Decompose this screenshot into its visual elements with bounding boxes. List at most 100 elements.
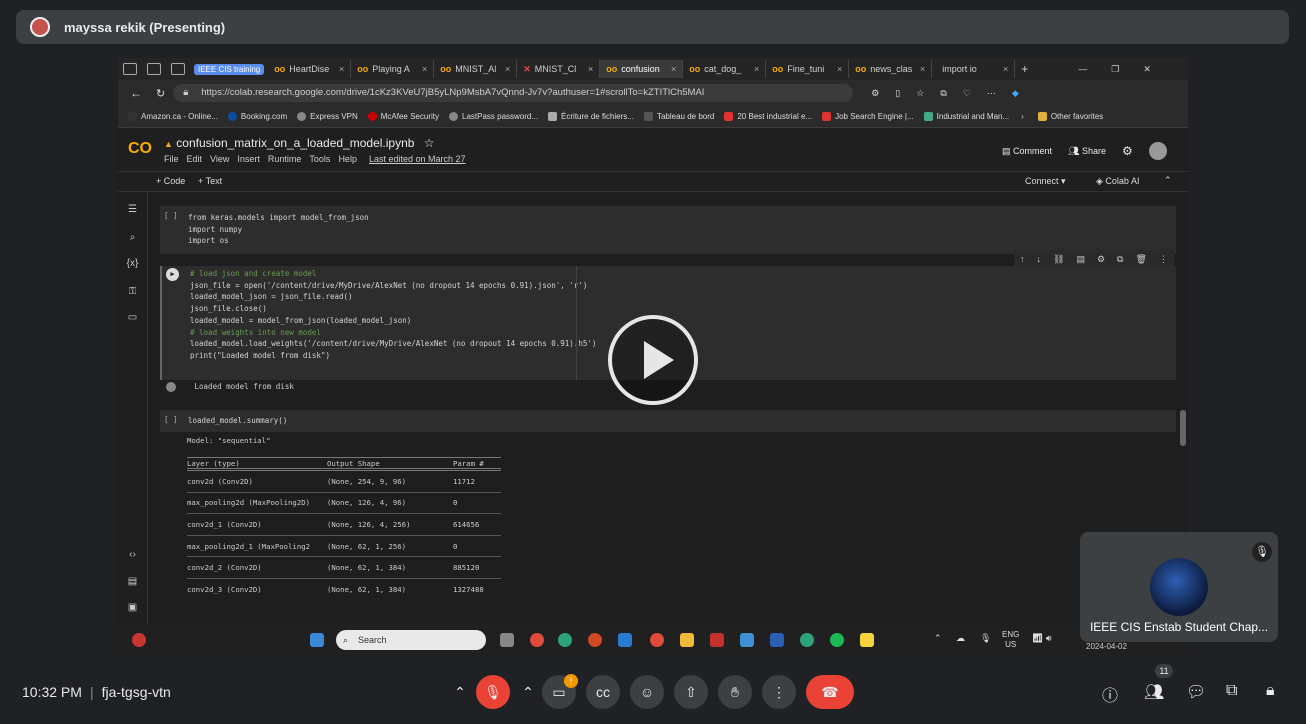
menu-view[interactable]: View [210, 154, 229, 164]
bookmark[interactable]: 20 Best industrial e... [724, 112, 812, 121]
meeting-info-icon[interactable]: ⓘ [1102, 682, 1118, 706]
run-cell-button[interactable]: ▶ [166, 268, 179, 281]
edge-icon[interactable] [800, 633, 814, 647]
taskbar-search[interactable]: ⌕ Search [336, 630, 486, 650]
bookmark[interactable]: Amazon.ca - Online... [128, 112, 218, 121]
cell-settings-icon[interactable]: ⚙︎ [1097, 254, 1105, 265]
chevron-right-icon[interactable]: › [1021, 112, 1024, 121]
menu-runtime[interactable]: Runtime [268, 154, 302, 164]
link-icon[interactable]: ⛓︎ [1053, 254, 1064, 265]
powerpoint-icon[interactable] [588, 633, 602, 647]
connect-button[interactable]: Connect ▾ [1025, 176, 1066, 187]
tab-group-label[interactable]: IEEE CIS training [194, 63, 265, 75]
chrome-icon[interactable] [530, 633, 544, 647]
browser-tab[interactable]: oo cat_dog_ × [683, 60, 767, 78]
file-explorer-icon[interactable] [680, 633, 694, 647]
star-icon[interactable]: ☆ [424, 136, 435, 150]
menu-tools[interactable]: Tools [309, 154, 330, 164]
avatar[interactable] [1148, 142, 1167, 160]
mail-icon[interactable] [740, 633, 754, 647]
collapse-icon[interactable]: ⌃ [1164, 175, 1172, 186]
terminal-icon[interactable]: ▣ [126, 602, 139, 613]
comment-icon[interactable]: ▤ [1076, 254, 1085, 265]
extensions-icon[interactable]: ⚙︎ [871, 88, 879, 99]
maximize-icon[interactable]: ❐ [1111, 64, 1119, 75]
browser-tab[interactable]: oo HeartDise × [268, 60, 352, 78]
bookmark[interactable]: McAfee Security [367, 112, 439, 121]
browser-tab[interactable]: import io × [932, 60, 1016, 78]
microphone-icon[interactable]: 🎙︎ [980, 633, 991, 644]
add-text-button[interactable]: + Text [198, 176, 222, 186]
delete-icon[interactable]: 🗑︎ [1135, 254, 1146, 265]
settings-icon[interactable]: ⚙︎ [1122, 144, 1133, 158]
bookmark[interactable]: Industrial and Man... [923, 112, 1009, 121]
sticky-notes-icon[interactable] [860, 633, 874, 647]
secrets-key-icon[interactable]: ⚿ [126, 286, 139, 297]
split-screen-icon[interactable]: ▯ [895, 88, 900, 99]
workspaces-icon[interactable] [147, 63, 161, 75]
activities-icon[interactable]: ⧉ [1226, 682, 1237, 700]
spotify-icon[interactable] [830, 633, 844, 647]
reload-icon[interactable]: ↻ [156, 87, 165, 100]
search-icon[interactable]: ⌕ [126, 232, 139, 243]
colab-ai-button[interactable]: ◈ Colab AI [1096, 176, 1139, 187]
browser-tab[interactable]: oo Playing A × [351, 60, 435, 78]
new-tab-icon[interactable]: + [1021, 62, 1028, 76]
command-palette-icon[interactable]: ▤ [126, 576, 139, 587]
run-bracket[interactable]: [ ] [164, 414, 178, 426]
share-button[interactable]: 👥︎ Share [1068, 146, 1106, 157]
browser-tab-active[interactable]: oo confusion × [600, 60, 684, 78]
windows-start-icon[interactable] [310, 633, 324, 647]
captions-button[interactable]: cc [586, 675, 620, 709]
play-icon[interactable] [608, 315, 698, 405]
onedrive-icon[interactable]: ☁︎ [956, 633, 965, 644]
task-view-icon[interactable] [500, 633, 514, 647]
menu-insert[interactable]: Insert [237, 154, 260, 164]
bookmark[interactable]: Booking.com [227, 112, 287, 121]
favorites-icon[interactable]: ☆ [916, 88, 924, 99]
bookmark[interactable]: Tableau de bord [643, 112, 714, 121]
copilot-icon[interactable]: ◆ [1012, 88, 1019, 99]
close-window-icon[interactable]: ✕ [1143, 64, 1151, 75]
host-controls-icon[interactable]: 🔒︎ [1266, 682, 1275, 700]
menu-file[interactable]: File [164, 154, 179, 164]
more-options-button[interactable]: ⋮ [762, 675, 796, 709]
present-button[interactable]: ⇧ [674, 675, 708, 709]
files-folder-icon[interactable]: ▭ [126, 312, 139, 323]
other-favorites[interactable]: Other favorites [1037, 112, 1103, 121]
add-code-button[interactable]: + Code [156, 176, 185, 186]
menu-edit[interactable]: Edit [187, 154, 203, 164]
weather-icon[interactable] [132, 633, 146, 647]
colab-logo[interactable]: CO [128, 140, 152, 158]
mic-off-button[interactable]: 🎙︎ [476, 675, 510, 709]
bookmark[interactable]: Job Search Engine |... [822, 112, 914, 121]
tray-chevron-icon[interactable]: ⌃ [934, 633, 942, 644]
raise-hand-button[interactable]: ✋︎ [718, 675, 752, 709]
scrollbar[interactable] [1180, 410, 1186, 446]
run-bracket[interactable]: [ ] [164, 210, 178, 222]
profile-icon[interactable] [123, 63, 137, 75]
edge-icon[interactable] [558, 633, 572, 647]
language-indicator[interactable]: ENG US [1002, 630, 1019, 650]
menu-help[interactable]: Help [338, 154, 357, 164]
browser-tab[interactable]: oo MNIST_Al × [434, 60, 518, 78]
toc-icon[interactable]: ☰ [126, 204, 139, 215]
collections-icon[interactable]: ⧉ [940, 88, 946, 99]
chevron-up-icon[interactable]: ⌃ [518, 675, 538, 709]
more-icon[interactable]: ⋯ [987, 88, 996, 99]
end-call-button[interactable]: ☎︎ [806, 675, 854, 709]
browser-essentials-icon[interactable]: ♡ [963, 88, 971, 99]
browser-tab[interactable]: ✕ MNIST_Cl × [517, 60, 601, 78]
move-up-icon[interactable]: ↑ [1020, 254, 1025, 264]
chrome-icon[interactable] [650, 633, 664, 647]
people-icon[interactable]: 👥︎ [1144, 682, 1164, 702]
participant-tile[interactable]: 🎙︎ IEEE CIS Enstab Student Chap... [1080, 532, 1278, 642]
code-cell-summary[interactable]: [ ] loaded_model.summary() [160, 410, 1176, 432]
bookmark[interactable]: Écriture de fichiers... [548, 112, 634, 121]
minimize-icon[interactable]: — [1078, 64, 1087, 74]
address-bar[interactable]: 🔒︎ https://colab.research.google.com/dri… [173, 84, 854, 102]
emoji-button[interactable]: ☺ [630, 675, 664, 709]
notebook-title[interactable]: ▲ confusion_matrix_on_a_loaded_model.ipy… [164, 136, 435, 150]
back-icon[interactable]: ← [130, 86, 142, 100]
code-snippets-icon[interactable]: ‹› [126, 549, 139, 560]
